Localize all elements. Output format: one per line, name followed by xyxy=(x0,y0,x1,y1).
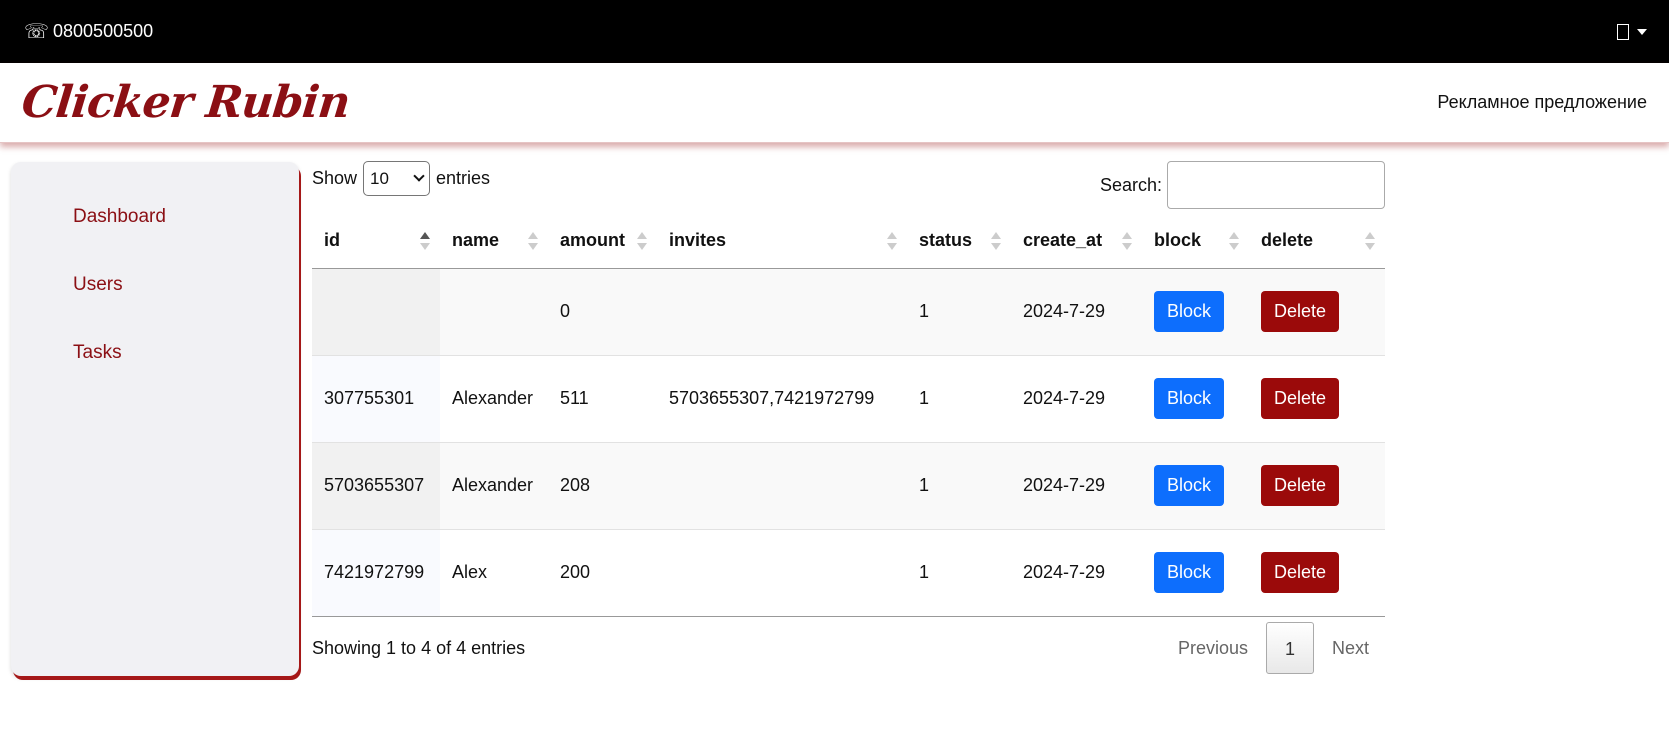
cell-delete: Delete xyxy=(1249,268,1385,356)
cell-amount: 200 xyxy=(548,529,657,617)
sort-icon xyxy=(420,231,430,250)
delete-button[interactable]: Delete xyxy=(1261,552,1340,593)
entries-label: entries xyxy=(436,168,491,188)
sidebar-item-users[interactable]: Users xyxy=(73,274,123,296)
cell-block: Block xyxy=(1142,355,1249,443)
cell-amount: 511 xyxy=(548,355,657,443)
page-button-current[interactable]: 1 xyxy=(1265,622,1314,674)
cell-create-at: 2024-7-29 xyxy=(1011,355,1142,443)
column-header-name[interactable]: name xyxy=(440,214,548,269)
cell-name xyxy=(440,268,548,356)
cell-status: 1 xyxy=(907,268,1011,356)
caret-down-icon xyxy=(1637,28,1647,35)
block-button[interactable]: Block xyxy=(1154,465,1225,506)
sidebar-item-dashboard[interactable]: Dashboard xyxy=(73,206,166,228)
cell-amount: 0 xyxy=(548,268,657,356)
block-button[interactable]: Block xyxy=(1154,552,1225,593)
delete-button[interactable]: Delete xyxy=(1261,465,1340,506)
cell-block: Block xyxy=(1142,442,1249,530)
sort-icon xyxy=(528,231,538,250)
cell-delete: Delete xyxy=(1249,529,1385,617)
site-header: Clicker Rubin Рекламное предложение xyxy=(0,63,1669,143)
sort-icon xyxy=(1365,231,1375,250)
cell-name: Alexander xyxy=(440,442,548,530)
block-button[interactable]: Block xyxy=(1154,378,1225,419)
cell-create-at: 2024-7-29 xyxy=(1011,268,1142,356)
cell-name: Alex xyxy=(440,529,548,617)
phone-number: 0800500500 xyxy=(53,21,154,41)
cell-id: 5703655307 xyxy=(312,442,440,530)
delete-button[interactable]: Delete xyxy=(1261,291,1340,332)
cell-status: 1 xyxy=(907,355,1011,443)
chevron-down-icon xyxy=(413,170,425,182)
cell-invites: 5703655307,7421972799 xyxy=(657,355,907,443)
page-length-value: 10 xyxy=(370,168,389,188)
table-row: 0 1 2024-7-29 Block Delete xyxy=(312,268,1385,356)
next-button[interactable]: Next xyxy=(1316,622,1385,674)
cell-delete: Delete xyxy=(1249,355,1385,443)
cell-invites xyxy=(657,268,907,356)
cell-invites xyxy=(657,529,907,617)
cell-block: Block xyxy=(1142,268,1249,356)
column-header-id[interactable]: id xyxy=(312,214,440,269)
top-bar: ☏ 0800500500 xyxy=(0,0,1669,63)
users-table: id name amount invites status create_at … xyxy=(312,214,1385,617)
table-header-row: id name amount invites status create_at … xyxy=(312,214,1385,269)
user-menu-toggle[interactable] xyxy=(1617,23,1647,40)
table-row: 5703655307 Alexander 208 1 2024-7-29 Blo… xyxy=(312,442,1385,530)
sidebar: Dashboard Users Tasks xyxy=(11,162,299,676)
table-row: 7421972799 Alex 200 1 2024-7-29 Block De… xyxy=(312,529,1385,617)
cell-delete: Delete xyxy=(1249,442,1385,530)
cell-status: 1 xyxy=(907,529,1011,617)
table-info: Showing 1 to 4 of 4 entries xyxy=(312,638,526,658)
cell-id: 307755301 xyxy=(312,355,440,443)
cell-id: 7421972799 xyxy=(312,529,440,617)
table-row: 307755301 Alexander 511 5703655307,74219… xyxy=(312,355,1385,443)
page-length-control: Show 10 entries xyxy=(312,161,490,196)
cell-block: Block xyxy=(1142,529,1249,617)
cell-name: Alexander xyxy=(440,355,548,443)
block-button[interactable]: Block xyxy=(1154,291,1225,332)
column-header-create-at[interactable]: create_at xyxy=(1011,214,1142,269)
user-icon xyxy=(1617,23,1629,40)
search-input[interactable] xyxy=(1167,161,1385,209)
show-label: Show xyxy=(312,168,358,188)
sort-icon xyxy=(991,231,1001,250)
cell-id xyxy=(312,268,440,356)
cell-create-at: 2024-7-29 xyxy=(1011,442,1142,530)
sort-icon xyxy=(887,231,897,250)
previous-button[interactable]: Previous xyxy=(1162,622,1264,674)
logo[interactable]: Clicker Rubin xyxy=(19,77,352,128)
sort-icon xyxy=(637,231,647,250)
column-header-block[interactable]: block xyxy=(1142,214,1249,269)
column-header-status[interactable]: status xyxy=(907,214,1011,269)
page-length-select[interactable]: 10 xyxy=(363,161,431,196)
sidebar-item-tasks[interactable]: Tasks xyxy=(73,342,122,364)
phone-icon: ☏ xyxy=(24,20,50,43)
phone-contact[interactable]: ☏ 0800500500 xyxy=(24,21,153,42)
column-header-invites[interactable]: invites xyxy=(657,214,907,269)
delete-button[interactable]: Delete xyxy=(1261,378,1340,419)
search-control: Search: xyxy=(1100,161,1385,209)
sort-icon xyxy=(1122,231,1132,250)
sort-icon xyxy=(1229,231,1239,250)
cell-status: 1 xyxy=(907,442,1011,530)
cell-create-at: 2024-7-29 xyxy=(1011,529,1142,617)
pagination: Previous 1 Next xyxy=(1162,622,1385,674)
cell-invites xyxy=(657,442,907,530)
search-label: Search: xyxy=(1099,174,1162,195)
promo-link[interactable]: Рекламное предложение xyxy=(1437,92,1647,113)
cell-amount: 208 xyxy=(548,442,657,530)
column-header-delete[interactable]: delete xyxy=(1249,214,1385,269)
column-header-amount[interactable]: amount xyxy=(548,214,657,269)
